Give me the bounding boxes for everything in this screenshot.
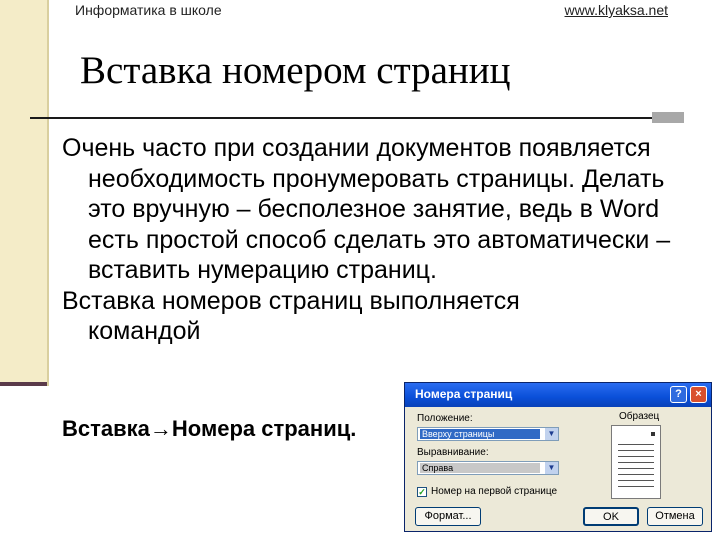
chevron-down-icon[interactable]: ▼	[545, 428, 558, 440]
page-number-marker	[651, 432, 655, 436]
first-page-label: Номер на первой странице	[431, 486, 558, 497]
dialog-titlebar[interactable]: Номера страниц ? ×	[405, 383, 711, 407]
title-divider	[30, 117, 652, 119]
alignment-label: Выравнивание:	[417, 447, 489, 458]
preview-label: Образец	[619, 411, 660, 422]
chevron-down-icon[interactable]: ▼	[545, 462, 558, 474]
preview-page	[611, 425, 661, 499]
dialog-title: Номера страниц	[415, 387, 513, 401]
body-paragraph: Очень часто при создании документов появ…	[62, 134, 671, 284]
title-divider-end	[652, 112, 684, 123]
menu-command: Вставка→Номера страниц.	[62, 416, 357, 441]
help-icon[interactable]: ?	[670, 386, 687, 403]
first-page-checkbox[interactable]: ✓	[417, 487, 427, 497]
slide-title: Вставка номером страниц	[80, 49, 511, 92]
alignment-value: Справа	[422, 463, 454, 473]
left-decor-accent	[0, 382, 47, 386]
ok-button[interactable]: OK	[583, 507, 639, 526]
close-icon[interactable]: ×	[690, 386, 707, 403]
slide-body: Очень часто при создании документов появ…	[62, 133, 702, 347]
alignment-select[interactable]: Справа ▼	[417, 461, 559, 475]
left-decor-band	[0, 0, 47, 382]
cancel-button[interactable]: Отмена	[647, 507, 703, 526]
body-paragraph: Вставка номеров страниц выполняется кома…	[62, 286, 520, 346]
header-subject: Информатика в школе	[75, 2, 222, 18]
position-value: Вверху страницы	[422, 429, 495, 439]
header-site-link[interactable]: www.klyaksa.net	[565, 2, 668, 18]
format-button[interactable]: Формат...	[415, 507, 481, 526]
position-label: Положение:	[417, 413, 473, 424]
vertical-rule	[47, 0, 49, 386]
position-select[interactable]: Вверху страницы ▼	[417, 427, 559, 441]
page-numbers-dialog: Номера страниц ? × Положение: Вверху стр…	[404, 382, 712, 532]
